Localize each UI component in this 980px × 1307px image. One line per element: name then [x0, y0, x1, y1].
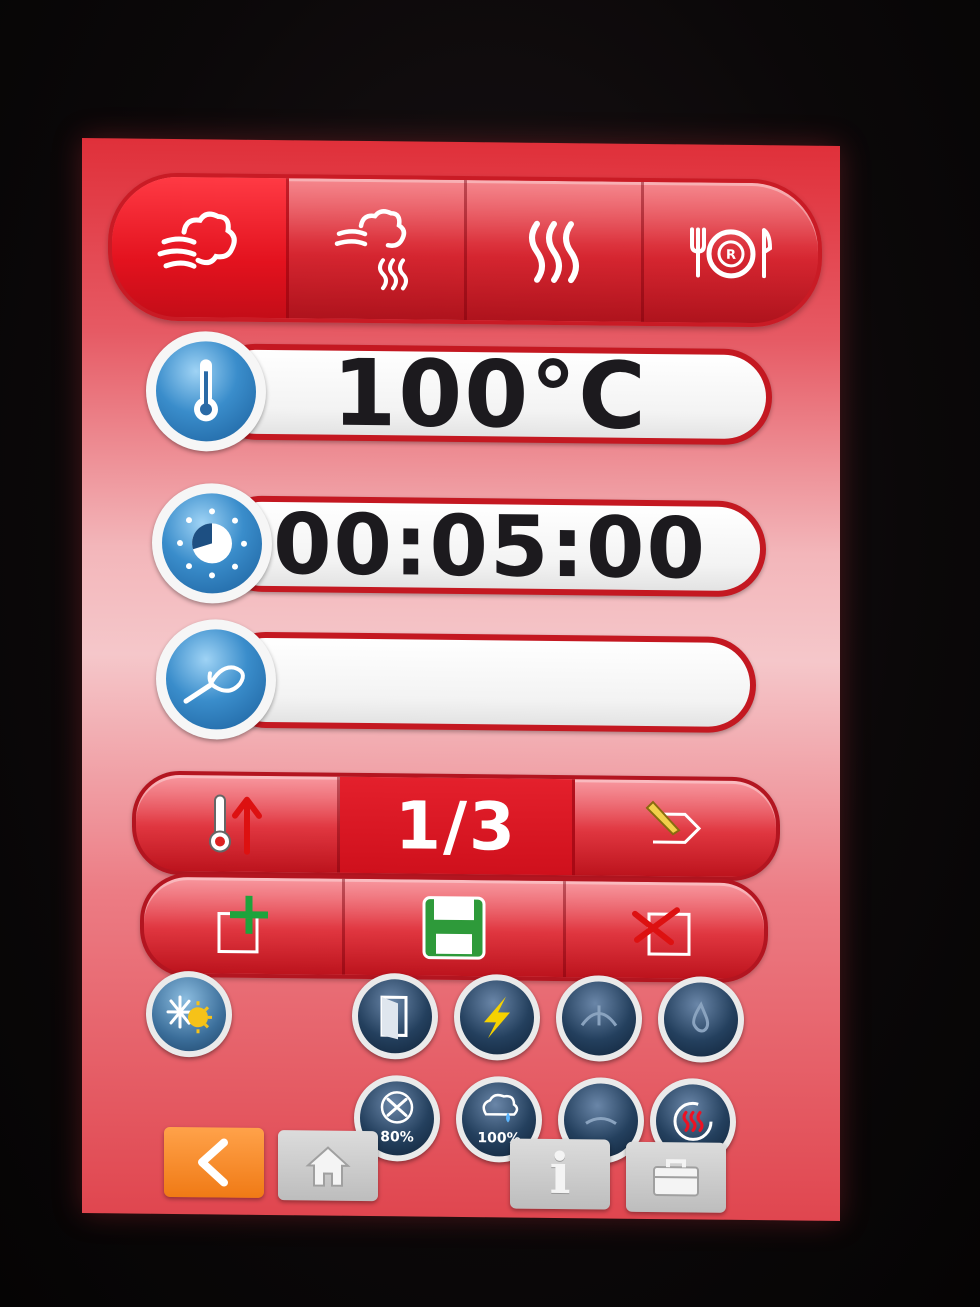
heat-cycle-icon — [673, 1101, 713, 1141]
mode-regeneration-button[interactable]: R — [643, 181, 818, 324]
hot-air-icon — [528, 220, 579, 284]
add-step-button[interactable] — [144, 876, 346, 975]
temperature-value: 100°C — [214, 339, 766, 449]
humidity-drop-button[interactable] — [658, 976, 744, 1063]
thermometer-icon — [194, 359, 218, 422]
power-boost-button[interactable] — [454, 973, 540, 1061]
edit-next-icon — [645, 800, 702, 844]
chevron-left-icon — [198, 1138, 228, 1187]
lightning-icon — [484, 996, 510, 1039]
season-mode-button[interactable] — [146, 970, 232, 1058]
temperature-knob[interactable] — [146, 330, 266, 452]
core-probe-knob[interactable] — [156, 618, 276, 741]
edit-next-button[interactable] — [574, 779, 776, 878]
home-icon — [305, 1146, 351, 1187]
mode-combi-button[interactable] — [289, 178, 467, 321]
time-value: 00:05:00 — [220, 495, 760, 598]
core-probe-value — [224, 637, 750, 728]
steam-heat-icon — [335, 209, 409, 291]
info-button[interactable]: i — [510, 1138, 610, 1210]
toolbox-button[interactable] — [626, 1141, 726, 1213]
toolbox-icon — [653, 1159, 699, 1197]
temperature-row: 100°C — [146, 330, 772, 458]
snow-sun-icon — [166, 995, 212, 1034]
program-bar: 1/3 — [132, 770, 780, 882]
core-probe-row — [156, 618, 756, 745]
vent-icon — [580, 1005, 618, 1027]
back-button[interactable] — [164, 1126, 264, 1198]
svg-text:R: R — [726, 248, 736, 263]
steam-cloud-icon — [157, 211, 237, 269]
core-probe-icon — [183, 665, 245, 704]
floppy-save-icon — [422, 896, 486, 960]
time-knob[interactable] — [152, 482, 272, 605]
vent-button[interactable] — [556, 974, 642, 1062]
step-edit-bar — [140, 872, 768, 984]
step-indicator: 1/3 — [340, 776, 575, 876]
water-drop-icon — [692, 1001, 710, 1033]
time-row: 00:05:00 — [152, 482, 766, 609]
delete-step-button[interactable] — [565, 881, 764, 980]
save-button[interactable] — [345, 878, 566, 978]
delete-step-icon — [631, 907, 691, 956]
add-step-icon — [217, 895, 269, 954]
timer-dial-icon — [177, 508, 247, 579]
cooking-mode-bar: R — [108, 172, 822, 328]
door-button[interactable] — [352, 972, 438, 1060]
oven-control-screen: R 100°C 00:05:00 1/3 80% 100% i — [82, 138, 840, 1221]
mode-hot-air-button[interactable] — [466, 180, 644, 322]
temperature-field[interactable]: 100°C — [208, 339, 772, 449]
thermometer-up-icon — [208, 794, 262, 855]
time-field[interactable]: 00:05:00 — [214, 495, 766, 598]
preheat-button[interactable] — [136, 774, 341, 873]
mode-steam-button[interactable] — [112, 176, 290, 319]
core-probe-field[interactable] — [218, 631, 756, 734]
door-icon — [380, 995, 408, 1040]
plate-regeneration-icon: R — [689, 227, 772, 279]
home-button[interactable] — [278, 1130, 378, 1202]
info-icon: i — [549, 1140, 571, 1208]
